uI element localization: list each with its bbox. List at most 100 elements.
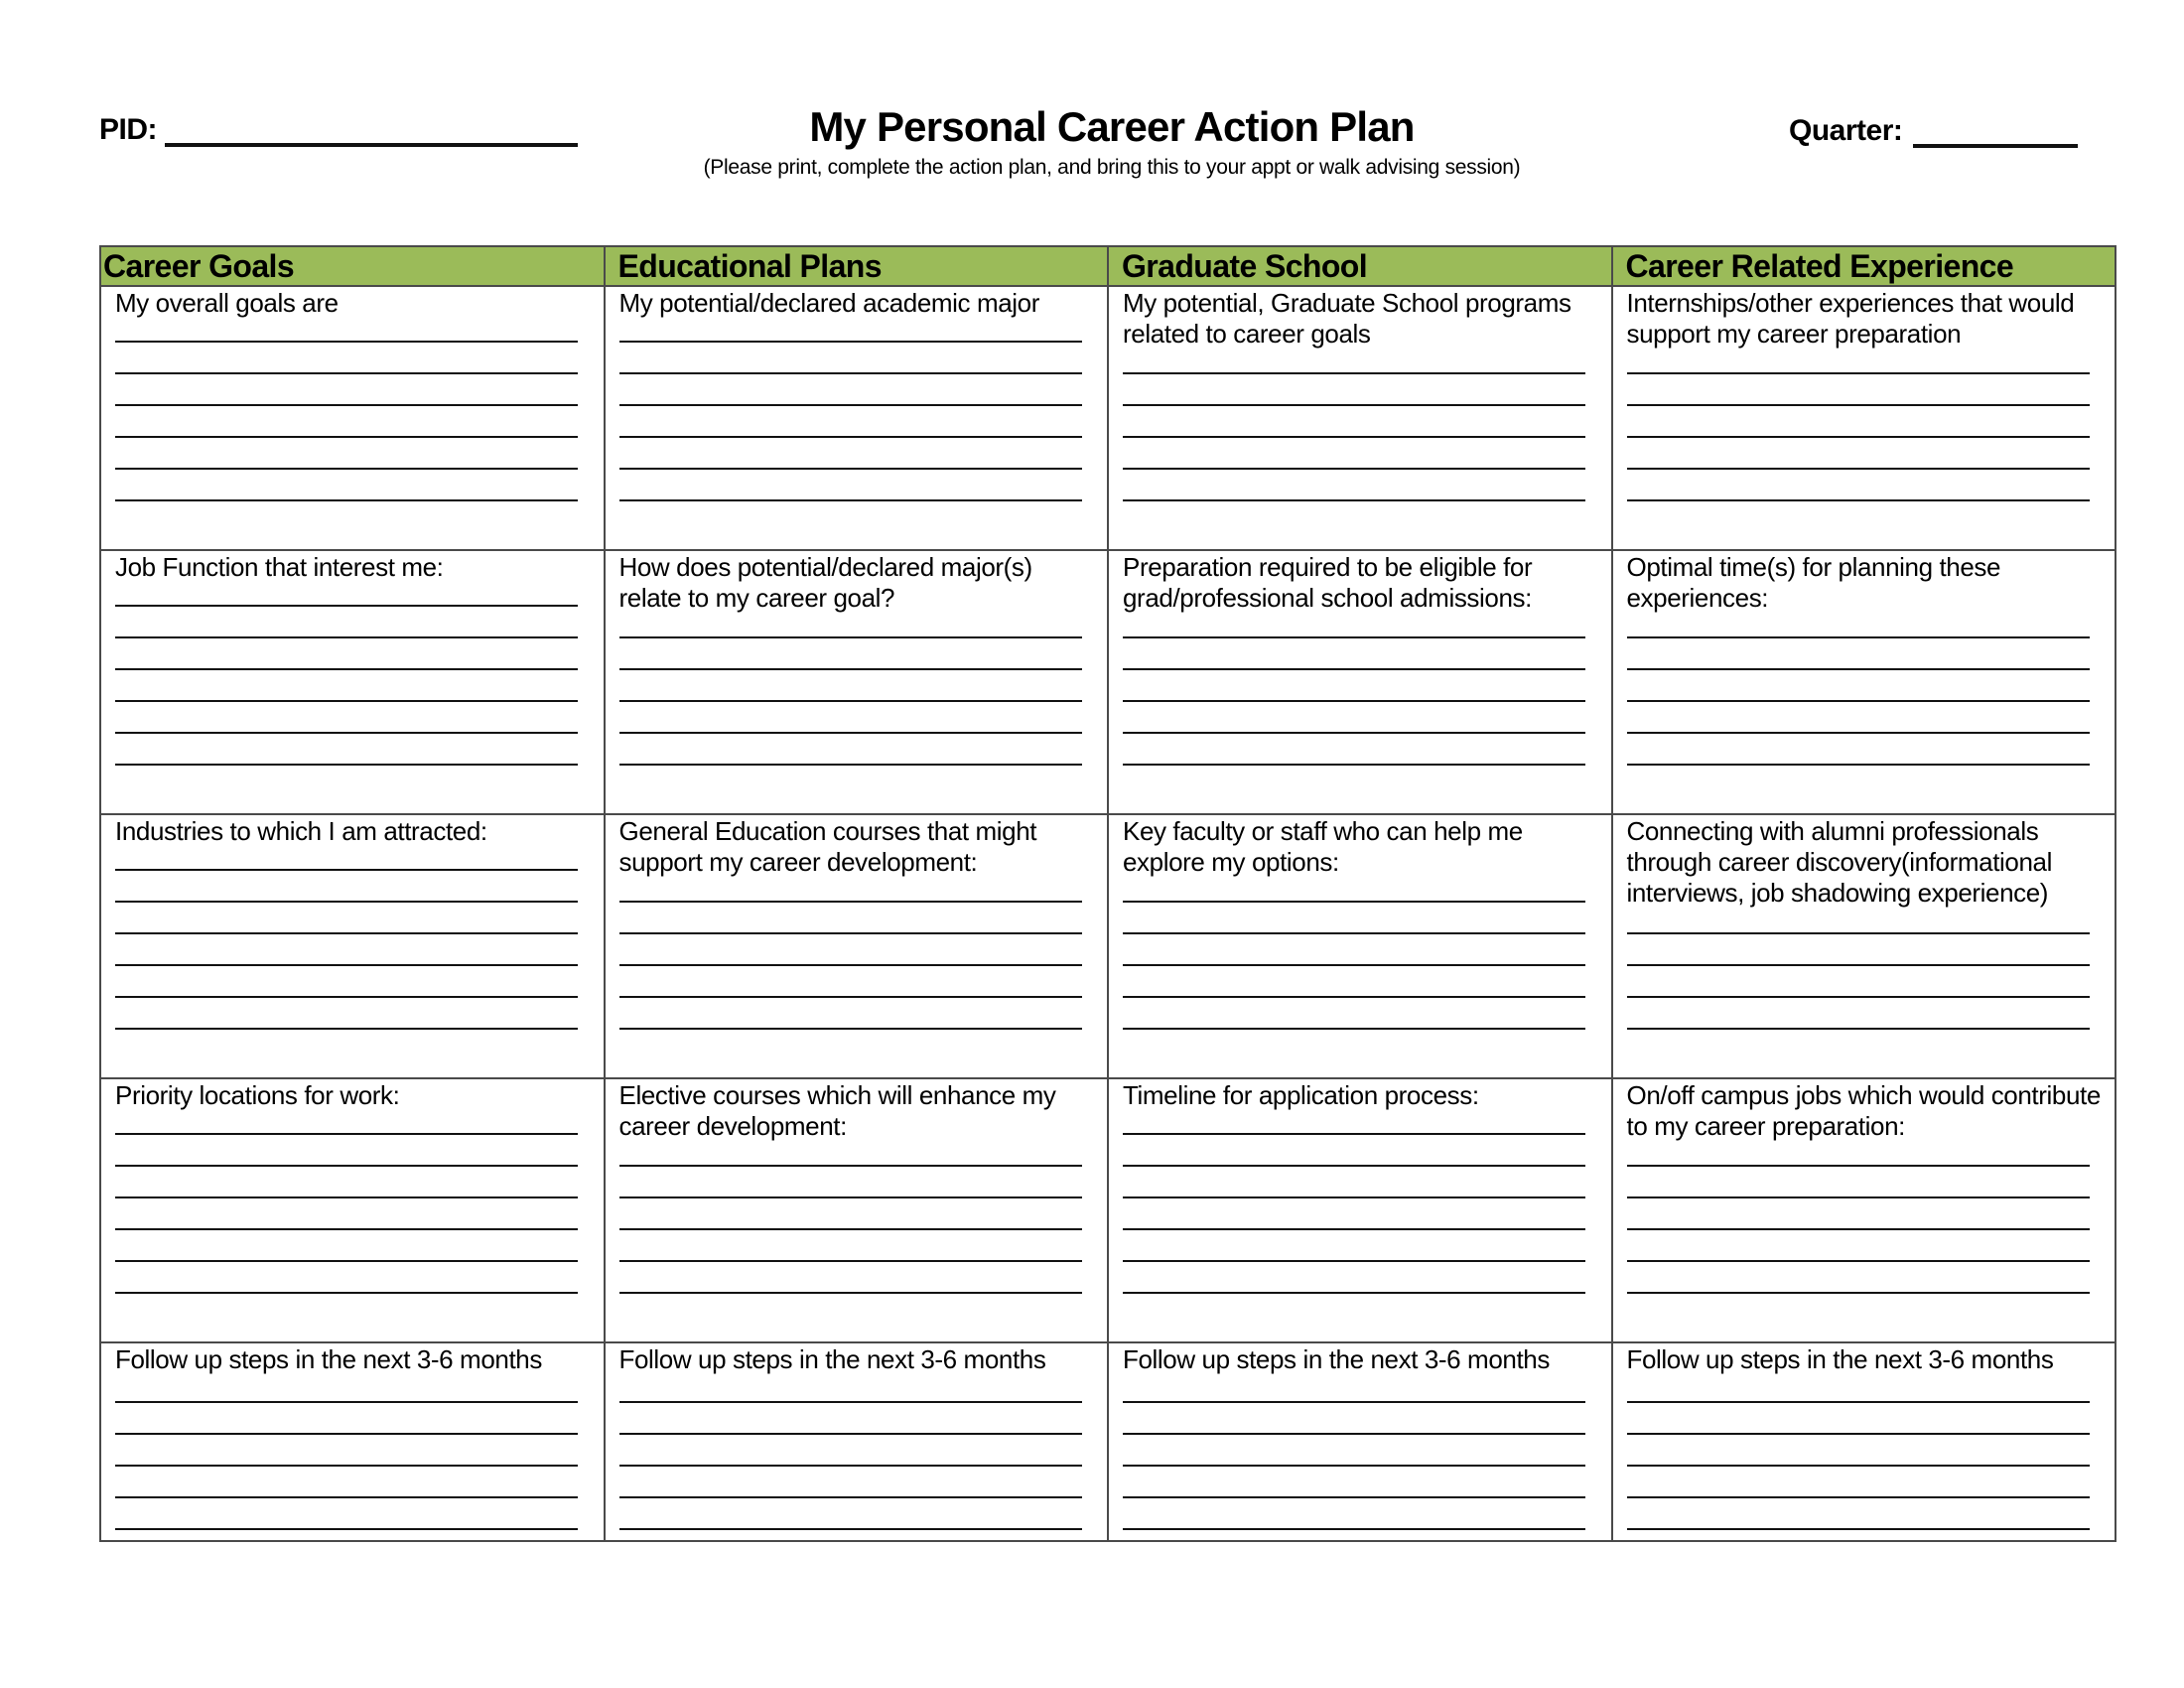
write-in-line[interactable]	[618, 764, 1082, 766]
write-in-line[interactable]	[1626, 764, 2090, 766]
write-in-line[interactable]	[618, 1528, 1082, 1530]
write-in-line[interactable]	[1123, 668, 1585, 670]
write-in-line[interactable]	[1626, 436, 2090, 438]
write-in-line[interactable]	[618, 996, 1082, 998]
write-in-line[interactable]	[1626, 1260, 2090, 1262]
write-in-line[interactable]	[1123, 700, 1585, 702]
write-in-line[interactable]	[618, 636, 1082, 638]
write-in-line[interactable]	[1123, 1133, 1585, 1135]
write-in-line[interactable]	[1123, 1165, 1585, 1167]
write-in-line[interactable]	[115, 372, 578, 374]
write-in-line[interactable]	[618, 1292, 1082, 1294]
write-in-line[interactable]	[1626, 468, 2090, 470]
write-in-line[interactable]	[1626, 1292, 2090, 1294]
write-in-line[interactable]	[115, 636, 578, 638]
write-in-line[interactable]	[1626, 996, 2090, 998]
write-in-line[interactable]	[618, 1496, 1082, 1498]
write-in-line[interactable]	[115, 1496, 578, 1498]
write-in-line[interactable]	[618, 1196, 1082, 1198]
write-in-line[interactable]	[1626, 636, 2090, 638]
write-in-line[interactable]	[1123, 1401, 1585, 1403]
write-in-line[interactable]	[115, 1228, 578, 1230]
write-in-line[interactable]	[115, 1260, 578, 1262]
write-in-line[interactable]	[618, 1433, 1082, 1435]
write-in-line[interactable]	[1123, 499, 1585, 501]
write-in-line[interactable]	[1123, 764, 1585, 766]
write-in-line[interactable]	[115, 1465, 578, 1467]
write-in-line[interactable]	[618, 1260, 1082, 1262]
write-in-line[interactable]	[115, 901, 578, 903]
write-in-line[interactable]	[1626, 1496, 2090, 1498]
write-in-line[interactable]	[1626, 1433, 2090, 1435]
write-in-line[interactable]	[618, 1165, 1082, 1167]
write-in-line[interactable]	[618, 700, 1082, 702]
write-in-line[interactable]	[115, 1196, 578, 1198]
write-in-line[interactable]	[115, 436, 578, 438]
write-in-line[interactable]	[1123, 1260, 1585, 1262]
write-in-line[interactable]	[115, 732, 578, 734]
write-in-line[interactable]	[1123, 372, 1585, 374]
quarter-field-line[interactable]	[1913, 144, 2078, 148]
write-in-line[interactable]	[1123, 436, 1585, 438]
write-in-line[interactable]	[115, 468, 578, 470]
write-in-line[interactable]	[1123, 996, 1585, 998]
write-in-line[interactable]	[1626, 668, 2090, 670]
write-in-line[interactable]	[1626, 1465, 2090, 1467]
write-in-line[interactable]	[1123, 636, 1585, 638]
write-in-line[interactable]	[618, 1228, 1082, 1230]
write-in-line[interactable]	[618, 499, 1082, 501]
write-in-line[interactable]	[1626, 1228, 2090, 1230]
write-in-line[interactable]	[1123, 1528, 1585, 1530]
write-in-line[interactable]	[1123, 901, 1585, 903]
write-in-line[interactable]	[115, 1528, 578, 1530]
write-in-line[interactable]	[618, 932, 1082, 934]
write-in-line[interactable]	[115, 404, 578, 406]
write-in-line[interactable]	[1626, 1028, 2090, 1030]
write-in-line[interactable]	[115, 1292, 578, 1294]
write-in-line[interactable]	[1123, 404, 1585, 406]
write-in-line[interactable]	[115, 499, 578, 501]
write-in-line[interactable]	[618, 1028, 1082, 1030]
write-in-line[interactable]	[1626, 700, 2090, 702]
write-in-line[interactable]	[1123, 1496, 1585, 1498]
write-in-line[interactable]	[1123, 468, 1585, 470]
write-in-line[interactable]	[1123, 732, 1585, 734]
write-in-line[interactable]	[1626, 932, 2090, 934]
write-in-line[interactable]	[1626, 1165, 2090, 1167]
write-in-line[interactable]	[115, 1028, 578, 1030]
write-in-line[interactable]	[1123, 1292, 1585, 1294]
write-in-line[interactable]	[115, 605, 578, 607]
write-in-line[interactable]	[618, 436, 1082, 438]
write-in-line[interactable]	[1626, 404, 2090, 406]
write-in-line[interactable]	[1626, 964, 2090, 966]
write-in-line[interactable]	[618, 732, 1082, 734]
write-in-line[interactable]	[115, 1401, 578, 1403]
write-in-line[interactable]	[115, 341, 578, 343]
write-in-line[interactable]	[1626, 372, 2090, 374]
write-in-line[interactable]	[618, 668, 1082, 670]
write-in-line[interactable]	[115, 1165, 578, 1167]
write-in-line[interactable]	[1123, 1196, 1585, 1198]
write-in-line[interactable]	[115, 1133, 578, 1135]
write-in-line[interactable]	[618, 964, 1082, 966]
write-in-line[interactable]	[1123, 964, 1585, 966]
write-in-line[interactable]	[618, 1465, 1082, 1467]
write-in-line[interactable]	[115, 996, 578, 998]
write-in-line[interactable]	[618, 468, 1082, 470]
write-in-line[interactable]	[1626, 499, 2090, 501]
write-in-line[interactable]	[618, 1401, 1082, 1403]
write-in-line[interactable]	[618, 901, 1082, 903]
write-in-line[interactable]	[115, 869, 578, 871]
write-in-line[interactable]	[115, 668, 578, 670]
write-in-line[interactable]	[1123, 1028, 1585, 1030]
write-in-line[interactable]	[115, 1433, 578, 1435]
write-in-line[interactable]	[1123, 1433, 1585, 1435]
write-in-line[interactable]	[115, 932, 578, 934]
write-in-line[interactable]	[1626, 1528, 2090, 1530]
write-in-line[interactable]	[618, 372, 1082, 374]
write-in-line[interactable]	[1626, 732, 2090, 734]
write-in-line[interactable]	[1123, 1465, 1585, 1467]
write-in-line[interactable]	[115, 964, 578, 966]
write-in-line[interactable]	[618, 404, 1082, 406]
write-in-line[interactable]	[1123, 1228, 1585, 1230]
